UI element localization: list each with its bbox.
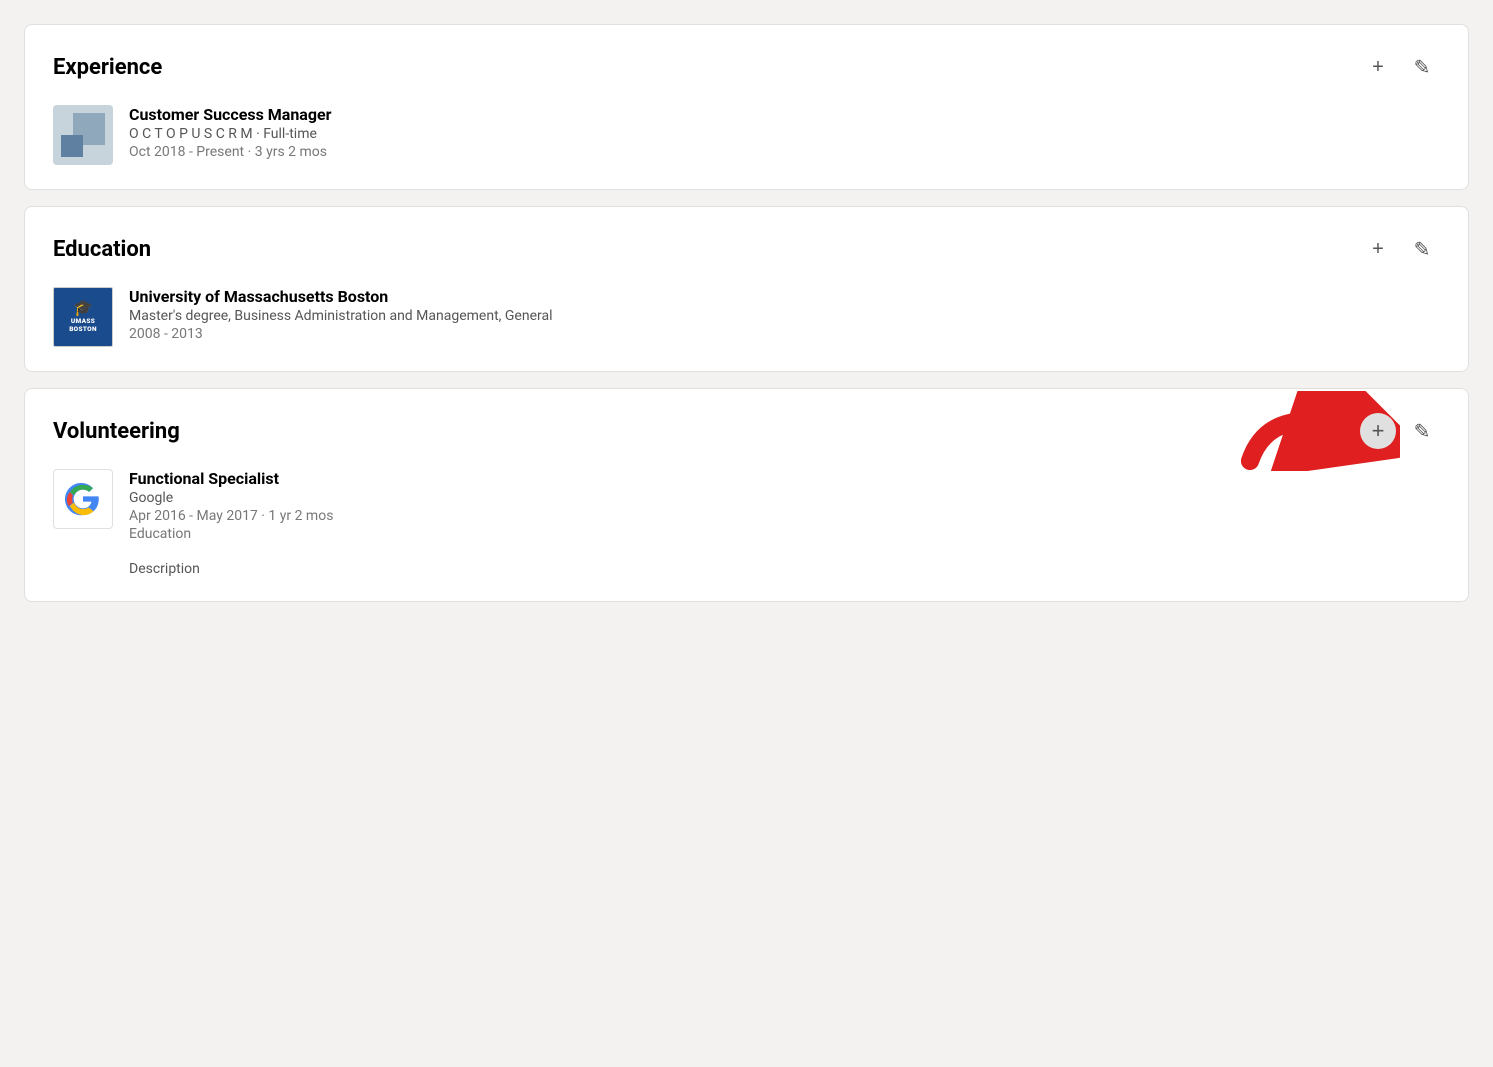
volunteering-company: Google <box>129 490 1440 506</box>
volunteering-card: Volunteering + ✎ <box>24 388 1469 602</box>
education-title: Education <box>53 237 151 262</box>
experience-company: O C T O P U S C R M · Full-time <box>129 126 1440 142</box>
volunteering-card-header: Volunteering + ✎ <box>53 413 1440 449</box>
experience-entry: Customer Success Manager O C T O P U S C… <box>53 105 1440 165</box>
experience-edit-button[interactable]: ✎ <box>1404 49 1440 85</box>
volunteering-duration: Apr 2016 - May 2017 · 1 yr 2 mos <box>129 508 1440 524</box>
volunteering-category: Education <box>129 526 1440 542</box>
experience-card-header: Experience + ✎ <box>53 49 1440 85</box>
volunteering-add-button[interactable]: + <box>1360 413 1396 449</box>
education-card-header: Education + ✎ <box>53 231 1440 267</box>
education-edit-button[interactable]: ✎ <box>1404 231 1440 267</box>
experience-card: Experience + ✎ Customer Success Manager … <box>24 24 1469 190</box>
education-entry: 🎓 UMASSBOSTON University of Massachusett… <box>53 287 1440 347</box>
education-add-button[interactable]: + <box>1360 231 1396 267</box>
volunteering-entry: Functional Specialist Google Apr 2016 - … <box>53 469 1440 577</box>
education-card: Education + ✎ 🎓 UMASSBOSTON University o… <box>24 206 1469 372</box>
education-years: 2008 - 2013 <box>129 326 1440 342</box>
volunteering-entry-info: Functional Specialist Google Apr 2016 - … <box>129 469 1440 577</box>
experience-title: Experience <box>53 55 162 80</box>
experience-job-title: Customer Success Manager <box>129 105 1440 124</box>
experience-add-button[interactable]: + <box>1360 49 1396 85</box>
google-logo <box>53 469 113 529</box>
education-school: University of Massachusetts Boston <box>129 287 1440 306</box>
education-degree: Master's degree, Business Administration… <box>129 308 1440 324</box>
volunteering-job-title: Functional Specialist <box>129 469 1440 488</box>
experience-duration: Oct 2018 - Present · 3 yrs 2 mos <box>129 144 1440 160</box>
volunteering-edit-button[interactable]: ✎ <box>1404 413 1440 449</box>
volunteering-title: Volunteering <box>53 419 180 444</box>
education-entry-info: University of Massachusetts Boston Maste… <box>129 287 1440 342</box>
google-g-icon <box>65 481 101 517</box>
experience-actions: + ✎ <box>1360 49 1440 85</box>
umass-logo: 🎓 UMASSBOSTON <box>53 287 113 347</box>
volunteering-actions: + ✎ <box>1360 413 1440 449</box>
experience-entry-info: Customer Success Manager O C T O P U S C… <box>129 105 1440 160</box>
volunteering-description-label: Description <box>129 558 1440 577</box>
octopus-crm-logo <box>53 105 113 165</box>
education-actions: + ✎ <box>1360 231 1440 267</box>
